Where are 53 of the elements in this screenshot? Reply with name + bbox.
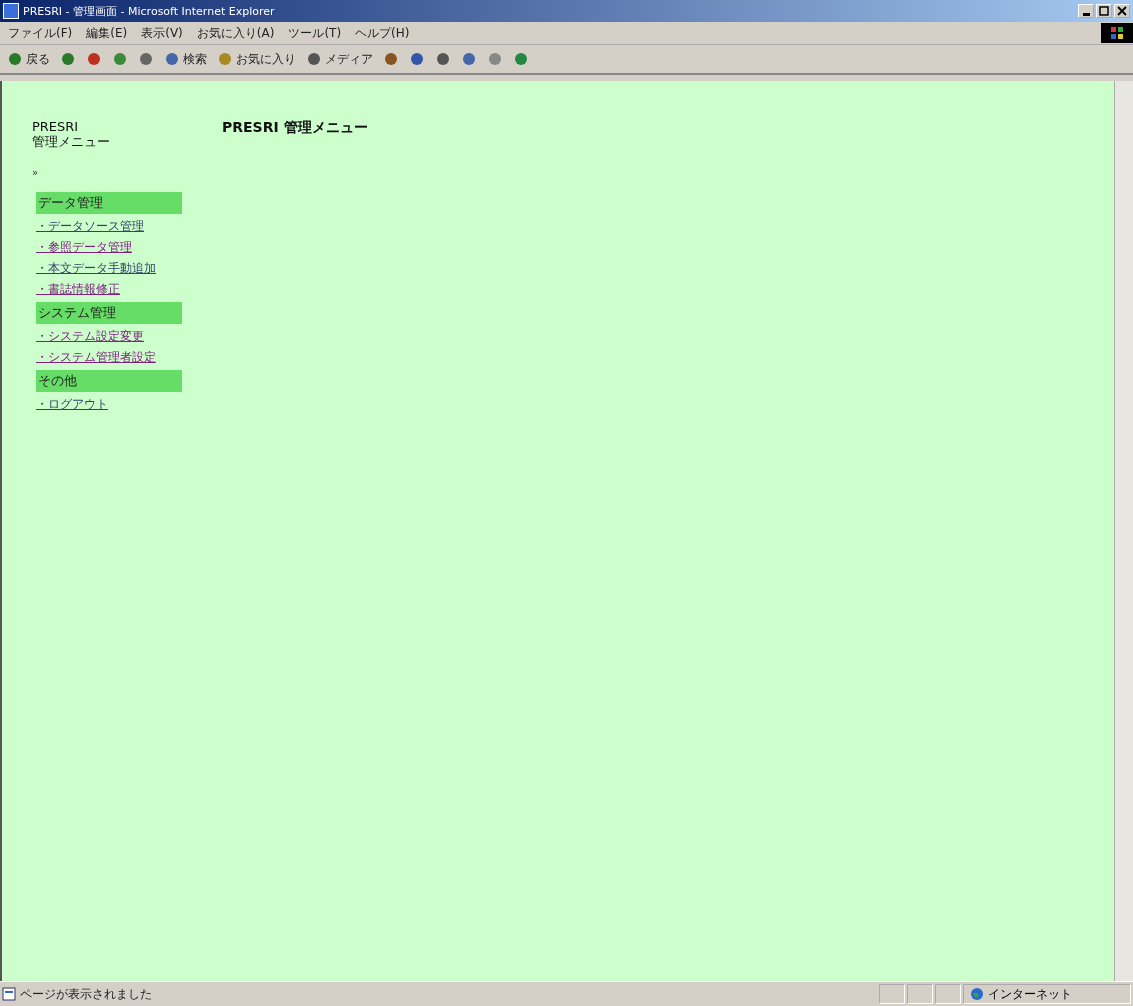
menu-link[interactable]: ・書誌情報修正 (36, 281, 182, 298)
favorites-button[interactable]: お気に入り (214, 48, 299, 70)
toolbar-icon (409, 51, 425, 67)
menu-link[interactable]: ・本文データ手動追加 (36, 260, 182, 277)
toolbar-icon (138, 51, 154, 67)
toolbar-icon (60, 51, 76, 67)
page-icon (2, 987, 16, 1001)
section-heading: その他 (36, 370, 182, 392)
menu-item[interactable]: お気に入り(A) (196, 24, 275, 42)
status-panel (879, 984, 905, 1004)
toolbar-icon (461, 51, 477, 67)
status-panel (935, 984, 961, 1004)
maximize-icon (1099, 6, 1109, 16)
toolbar-icon (112, 51, 128, 67)
menu-link[interactable]: ・データソース管理 (36, 218, 182, 235)
close-button[interactable] (1114, 4, 1130, 18)
toolbar-icon (86, 51, 102, 67)
search-button[interactable]: 検索 (161, 48, 210, 70)
menu-link[interactable]: ・ログアウト (36, 396, 182, 413)
back-button[interactable]: 戻る (4, 48, 53, 70)
menu-link[interactable]: ・参照データ管理 (36, 239, 182, 256)
menu-item[interactable]: ツール(T) (288, 24, 342, 42)
toolbar-icon (7, 51, 23, 67)
toolbar-icon (435, 51, 451, 67)
toolbar-icon (513, 51, 529, 67)
menu-item[interactable]: ファイル(F) (8, 24, 73, 42)
sidebar-title: PRESRI 管理メニュー (32, 119, 111, 149)
menu-link[interactable]: ・システム管理者設定 (36, 349, 182, 366)
windows-logo-icon (1101, 23, 1133, 43)
menu-item[interactable]: 編集(E) (86, 24, 128, 42)
menu-item[interactable]: 表示(V) (141, 24, 183, 42)
toolbar-icon (306, 51, 322, 67)
menu-link[interactable]: ・システム設定変更 (36, 328, 182, 345)
toolbar-icon (217, 51, 233, 67)
status-text: ページが表示されました (2, 985, 877, 1003)
media-button[interactable]: メディア (303, 48, 376, 70)
marker-text: » (32, 167, 40, 178)
minimize-icon (1082, 12, 1090, 16)
section-heading: データ管理 (36, 192, 182, 214)
zone-text: インターネット (963, 984, 1131, 1004)
toolbar-icon (383, 51, 399, 67)
globe-icon (970, 987, 984, 1001)
status-panel (907, 984, 933, 1004)
minimize-button[interactable] (1078, 4, 1094, 18)
window-title: PRESRI - 管理画面 - Microsoft Internet Explorer (23, 3, 276, 19)
maximize-button[interactable] (1096, 4, 1112, 18)
browser-icon (3, 3, 19, 19)
menu-item[interactable]: ヘルプ(H) (355, 24, 410, 42)
close-icon (1117, 6, 1127, 16)
toolbar-icon (487, 51, 503, 67)
page-heading: PRESRI 管理メニュー (222, 119, 368, 137)
scrollbar[interactable] (1114, 81, 1133, 981)
section-heading: システム管理 (36, 302, 182, 324)
